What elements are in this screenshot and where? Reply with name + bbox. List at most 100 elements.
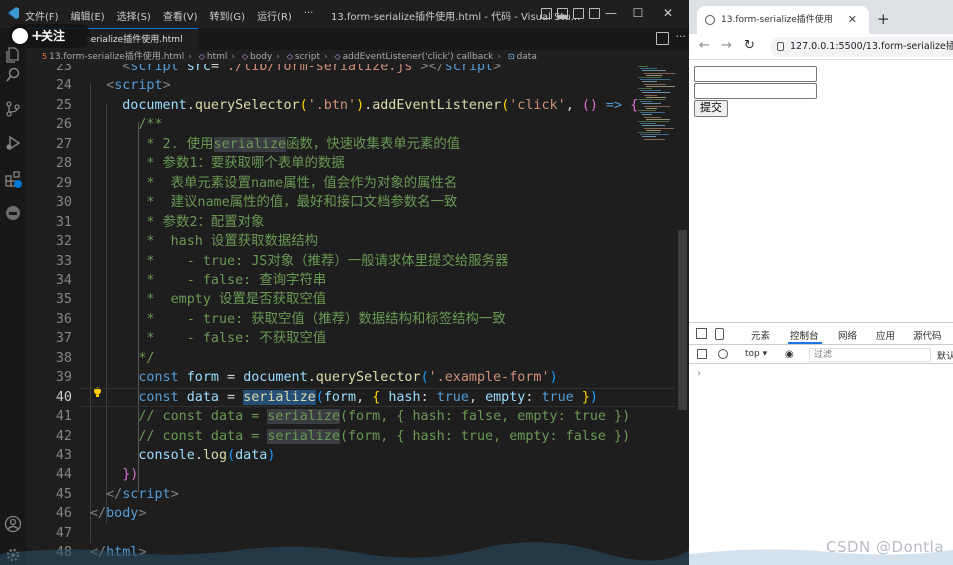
minimap-line	[640, 134, 669, 136]
code-line[interactable]: 35 * empty 设置是否获取空值	[26, 290, 676, 309]
minimap-line	[644, 72, 675, 74]
maximize-button[interactable]: ☐	[630, 5, 646, 21]
breadcrumb-body[interactable]: ◇ body	[242, 52, 272, 62]
console-filter-input[interactable]: 过滤	[809, 348, 931, 362]
code-line[interactable]: 42 // const data = serialize(form, { has…	[26, 427, 676, 446]
extensions-icon[interactable]	[4, 170, 22, 188]
breadcrumb-data[interactable]: ⊡ data	[508, 52, 537, 62]
toggle-secondary-sidebar-icon[interactable]	[573, 8, 584, 19]
minimap-line	[642, 114, 652, 116]
code-line[interactable]: 30 * 建议name属性的值，最好和接口文档参数名一致	[26, 193, 676, 212]
clear-console-icon[interactable]	[718, 349, 728, 359]
code-line[interactable]: 38 */	[26, 349, 676, 368]
tab-elements[interactable]: 元素	[751, 328, 770, 342]
code-line[interactable]: 43 console.log(data)	[26, 446, 676, 465]
code-line[interactable]: 26 /**	[26, 115, 676, 134]
tab-network[interactable]: 网络	[838, 328, 857, 342]
breadcrumb-script[interactable]: ◇ script	[287, 52, 320, 62]
minimize-button[interactable]: —	[603, 5, 619, 21]
code-line[interactable]: 28 * 参数1：要获取哪个表单的数据	[26, 154, 676, 173]
toggle-sidebar-icon[interactable]	[541, 8, 552, 19]
run-debug-icon[interactable]	[4, 134, 22, 152]
forward-icon[interactable]: →	[721, 38, 732, 53]
inspect-element-icon[interactable]	[696, 328, 707, 339]
site-info-icon[interactable]	[777, 42, 784, 51]
code-token: )	[267, 448, 276, 463]
console-prompt[interactable]: ›	[697, 368, 701, 379]
breadcrumb-callback[interactable]: ◇ addEventListener('click') callback	[335, 52, 494, 62]
customize-layout-icon[interactable]	[589, 8, 600, 19]
code-token: ,	[468, 389, 486, 405]
files-icon[interactable]	[4, 46, 22, 64]
code-line[interactable]: 46 </body>	[26, 504, 676, 523]
tab-sources[interactable]: 源代码	[913, 328, 942, 342]
menu-view[interactable]: 查看(V)	[163, 8, 198, 23]
address-bar[interactable]: 127.0.0.1:5500/13.form-serialize插	[770, 37, 953, 57]
sidebar-toggle-icon[interactable]	[697, 349, 707, 359]
close-window-button[interactable]: ✕	[660, 5, 676, 21]
log-levels-dropdown[interactable]: 默认	[937, 349, 953, 362]
menu-file[interactable]: 文件(F)	[25, 8, 59, 23]
code-line[interactable]: 34 * - false: 查询字符串	[26, 271, 676, 290]
code-line[interactable]: 33 * - true: JS对象（推荐）一般请求体里提交给服务器	[26, 252, 676, 271]
code-line[interactable]: 24 <script>	[26, 76, 676, 95]
menu-run[interactable]: 运行(R)	[257, 8, 292, 23]
code-line[interactable]: 41 // const data = serialize(form, { has…	[26, 407, 676, 426]
code-line[interactable]: 44 })	[26, 465, 676, 484]
eye-icon[interactable]: ◉	[785, 349, 794, 360]
breadcrumb-file[interactable]: 5 13.form-serialize插件使用.html	[42, 52, 184, 62]
code-line[interactable]: 36 * - true: 获取空值（推荐）数据结构和标签结构一致	[26, 310, 676, 329]
code-token: * - true: 获取空值（推荐）数据结构和标签结构一致	[90, 311, 506, 327]
code-editor[interactable]: 23 <script src="./lib/form-serialize.js"…	[26, 64, 676, 565]
breadcrumb-html[interactable]: ◇ html	[199, 52, 228, 62]
menu-go[interactable]: 转到(G)	[210, 8, 246, 23]
browser-tab[interactable]: 13.form-serialize插件使用 ✕	[697, 6, 869, 34]
context-selector[interactable]: top ▾	[745, 349, 767, 359]
line-code: </script>	[90, 485, 179, 504]
tab-application[interactable]: 应用	[876, 328, 895, 342]
form-input-2[interactable]	[694, 83, 817, 99]
editor-tab-bar: serialize插件使用.html ···	[26, 28, 689, 50]
code-line[interactable]: 32 * hash 设置获取数据结构	[26, 232, 676, 251]
minimap[interactable]	[636, 64, 676, 144]
code-line[interactable]: 25 document.querySelector('.btn').addEve…	[26, 96, 676, 115]
menu-selection[interactable]: 选择(S)	[117, 8, 151, 23]
reload-icon[interactable]: ↻	[744, 38, 755, 53]
menu-edit[interactable]: 编辑(E)	[71, 8, 105, 23]
code-token: (	[227, 448, 236, 463]
editor-scrollbar[interactable]	[678, 230, 687, 410]
minimap-line	[638, 77, 661, 78]
code-line[interactable]: 23 <script src="./lib/form-serialize.js"…	[26, 64, 676, 76]
code-line[interactable]: 40 const data = serialize(form, { hash: …	[26, 387, 676, 408]
code-token: )	[589, 389, 598, 405]
follow-overlay[interactable]: + 关注	[7, 24, 91, 48]
close-tab-icon[interactable]: ✕	[848, 6, 857, 34]
back-icon[interactable]: ←	[699, 38, 710, 53]
remote-explorer-icon[interactable]	[4, 204, 22, 222]
device-toolbar-icon[interactable]	[715, 328, 724, 340]
line-number: 31	[55, 214, 72, 230]
code-line[interactable]: 29 * 表单元素设置name属性，值会作为对象的属性名	[26, 174, 676, 193]
split-editor-icon[interactable]	[656, 32, 669, 45]
menu-more[interactable]: ···	[304, 8, 314, 23]
devtools-tab-bar: 元素 控制台 网络 应用 源代码	[689, 323, 953, 345]
submit-button[interactable]: 提交	[694, 100, 728, 117]
code-line[interactable]: 27 * 2. 使用serialize函数，快速收集表单元素的值	[26, 135, 676, 154]
avatar	[10, 26, 30, 46]
code-line[interactable]: 45 </script>	[26, 485, 676, 504]
code-token: * 表单元素设置name属性，值会作为对象的属性名	[90, 175, 458, 191]
form-input-1[interactable]	[694, 66, 817, 82]
code-line[interactable]: 31 * 参数2：配置对象	[26, 213, 676, 232]
toggle-panel-icon[interactable]	[557, 8, 568, 19]
more-actions-icon[interactable]: ···	[676, 30, 687, 43]
code-token: 'click'	[509, 97, 566, 113]
tab-console[interactable]: 控制台	[790, 328, 819, 342]
new-tab-button[interactable]: +	[877, 10, 890, 28]
code-line[interactable]: 39 const form = document.querySelector('…	[26, 368, 676, 387]
source-control-icon[interactable]	[4, 100, 22, 118]
search-icon[interactable]	[4, 66, 22, 84]
code-token: */	[138, 350, 155, 366]
account-icon[interactable]	[4, 515, 22, 533]
code-line[interactable]: 37 * - false: 不获取空值	[26, 329, 676, 348]
